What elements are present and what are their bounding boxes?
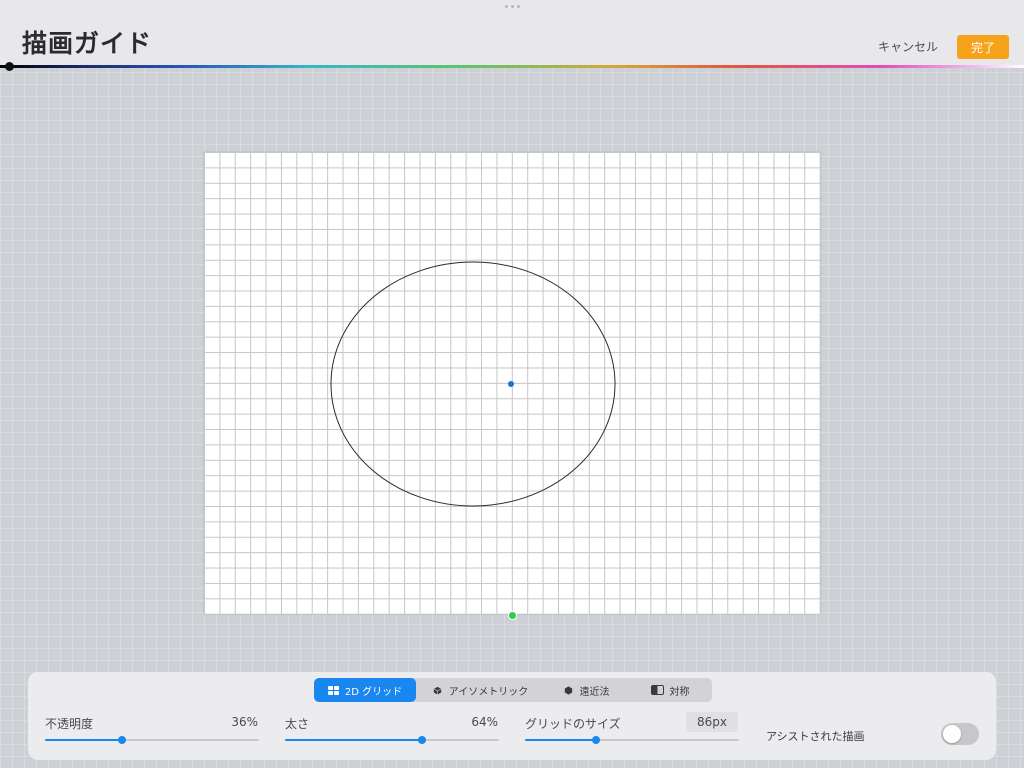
grabber-handle[interactable] [504, 5, 520, 9]
opacity-value: 36% [231, 715, 258, 729]
page-title: 描画ガイド [22, 29, 153, 58]
slider-fill [525, 739, 596, 741]
thickness-slider[interactable] [285, 735, 499, 745]
grid-icon [327, 685, 339, 695]
ellipse-shape [330, 261, 616, 507]
tab-perspective[interactable]: 遠近法 [544, 678, 628, 702]
toggle-knob [943, 725, 961, 743]
slider-thumb[interactable] [118, 736, 127, 744]
grid-size-value[interactable]: 86px [686, 712, 738, 732]
tab-2d-grid[interactable]: 2D グリッド [314, 678, 416, 702]
tab-label: アイソメトリック [448, 686, 529, 698]
perspective-icon [564, 685, 572, 695]
slider-thumb[interactable] [591, 736, 600, 744]
top-bar: 描画ガイド キャンセル 完了 [0, 0, 1024, 66]
slider-fill [285, 739, 422, 741]
assisted-drawing-label: アシストされた描画 [766, 730, 865, 743]
canvas-overlay [330, 261, 616, 507]
drawing-canvas[interactable] [204, 152, 820, 614]
assisted-drawing-toggle[interactable] [941, 723, 979, 745]
opacity-label: 不透明度 [45, 717, 94, 731]
center-handle[interactable] [508, 381, 514, 387]
guide-settings-panel: 2D グリッド アイソメトリック 遠近法 対称 不透明度 36% 太さ 64% … [28, 672, 996, 760]
color-knob[interactable] [5, 62, 14, 71]
tab-label: 遠近法 [579, 686, 610, 698]
color-line[interactable] [0, 65, 1024, 68]
tab-isometric[interactable]: アイソメトリック [416, 678, 544, 702]
cube-icon [433, 686, 442, 695]
rotation-handle[interactable] [508, 611, 517, 620]
tab-label: 2D グリッド [344, 686, 403, 698]
slider-thumb[interactable] [417, 736, 426, 744]
thickness-label: 太さ [285, 717, 310, 731]
grid-size-label: グリッドのサイズ [525, 717, 621, 731]
tab-symmetry[interactable]: 対称 [628, 678, 712, 702]
symmetry-icon [650, 685, 664, 695]
cancel-button[interactable]: キャンセル [878, 38, 938, 55]
slider-fill [45, 739, 123, 741]
grid-size-slider[interactable] [525, 735, 739, 745]
opacity-slider[interactable] [45, 735, 259, 745]
thickness-value: 64% [471, 715, 498, 729]
tab-label: 対称 [669, 686, 690, 698]
done-button[interactable]: 完了 [957, 35, 1009, 59]
guide-type-tabs: 2D グリッド アイソメトリック 遠近法 対称 [314, 678, 712, 702]
